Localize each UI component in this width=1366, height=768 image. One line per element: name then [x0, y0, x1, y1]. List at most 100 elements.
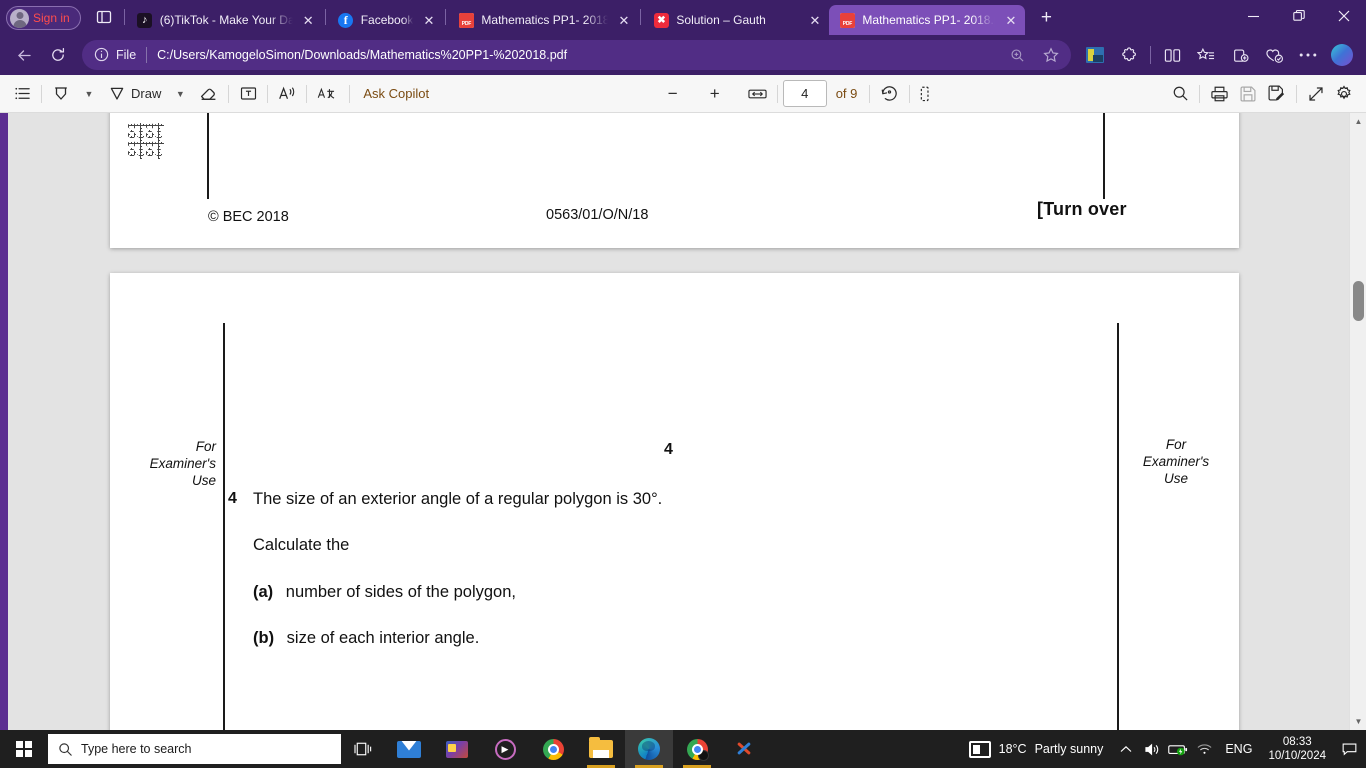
favorites-list-icon[interactable] [1190, 39, 1222, 71]
clock[interactable]: 08:33 10/10/2024 [1260, 735, 1334, 763]
task-view-button[interactable] [341, 730, 385, 768]
turn-over-text: [Turn over [1037, 199, 1127, 219]
zoom-icon[interactable] [1001, 39, 1033, 71]
favorite-star-icon[interactable] [1035, 39, 1067, 71]
sign-in-button[interactable]: Sign in [6, 6, 81, 30]
question-number: 4 [228, 490, 237, 507]
tab-facebook[interactable]: f Facebook ✕ [328, 5, 444, 35]
zoom-in-button[interactable]: + [701, 80, 729, 108]
system-tray: 18°C Partly sunny ENG 08:33 10/10/2024 [963, 730, 1366, 768]
tab-tiktok[interactable]: ♪ (6)TikTok - Make Your Day ✕ [127, 5, 323, 35]
part-label: (b) [253, 629, 275, 647]
fit-page-icon[interactable] [1302, 80, 1330, 108]
page-view-icon[interactable] [915, 80, 944, 108]
close-icon[interactable]: ✕ [615, 12, 632, 29]
taskbar-app-photos[interactable] [433, 730, 481, 768]
tab-mathematics-pp1-1[interactable]: Mathematics PP1- 2018.pdf ✕ [448, 5, 638, 35]
favorite-site-icon[interactable] [1079, 39, 1111, 71]
rotate-icon[interactable] [875, 80, 904, 108]
browser-essentials-icon[interactable] [1258, 39, 1290, 71]
split-screen-icon[interactable] [1156, 39, 1188, 71]
taskbar-search[interactable]: Type here to search [48, 734, 341, 764]
weather-description: Partly sunny [1034, 742, 1104, 756]
reload-button[interactable] [42, 39, 74, 71]
copilot-icon[interactable] [1326, 39, 1358, 71]
new-tab-button[interactable]: + [1031, 3, 1061, 33]
ask-copilot-button[interactable]: Ask Copilot [355, 80, 437, 108]
tab-mathematics-pp1-2[interactable]: Mathematics PP1- 2018.pdf ✕ [829, 5, 1026, 35]
examiner-box-right: For Examiner's Use [1128, 436, 1224, 487]
highlight-icon[interactable] [47, 80, 75, 108]
table-of-contents-icon[interactable] [8, 80, 36, 108]
fit-width-icon[interactable] [743, 80, 772, 108]
weather-temperature: 18°C [998, 742, 1027, 756]
settings-icon[interactable] [1330, 80, 1358, 108]
start-button[interactable] [0, 730, 48, 768]
minimize-button[interactable] [1231, 0, 1276, 32]
taskbar-app-media-player[interactable]: ▶ [481, 730, 529, 768]
page-number-input[interactable]: 4 [782, 80, 827, 107]
search-icon[interactable] [1166, 80, 1194, 108]
print-icon[interactable] [1205, 80, 1234, 108]
battery-icon[interactable] [1165, 730, 1191, 768]
url-bar[interactable]: File C:/Users/KamogeloSimon/Downloads/Ma… [82, 40, 1071, 70]
volume-icon[interactable] [1139, 730, 1165, 768]
tab-title: Facebook [360, 13, 414, 27]
pdf-page-3: © BEC 2018 0563/01/O/N/18 [Turn over [110, 113, 1239, 248]
toolbar-divider [349, 84, 351, 103]
examiner-label-line2: Examiner's [1142, 454, 1210, 469]
close-icon[interactable]: ✕ [806, 12, 823, 29]
taskbar-app-chrome-profile[interactable] [673, 730, 721, 768]
toolbar-divider [41, 84, 42, 103]
save-as-icon[interactable] [1262, 80, 1291, 108]
weather-widget[interactable]: 18°C Partly sunny [963, 740, 1114, 758]
vertical-scrollbar[interactable]: ▲ ▼ [1349, 113, 1366, 730]
pdf-file-icon [839, 12, 855, 28]
wifi-icon[interactable] [1191, 730, 1217, 768]
toolbar-divider [306, 84, 308, 103]
taskbar-app-snipping-tool[interactable] [721, 730, 769, 768]
tab-title: (6)TikTok - Make Your Day [159, 13, 293, 27]
read-aloud-icon[interactable] [273, 80, 301, 108]
tab-divider [324, 9, 326, 25]
show-hidden-icons-button[interactable] [1113, 730, 1139, 768]
zoom-out-button[interactable]: − [659, 80, 687, 108]
pdf-scroll-area[interactable]: © BEC 2018 0563/01/O/N/18 [Turn over For… [0, 113, 1366, 730]
taskbar-app-file-explorer[interactable] [577, 730, 625, 768]
clock-date: 10/10/2024 [1268, 750, 1326, 762]
back-button[interactable] [8, 39, 40, 71]
tiktok-icon: ♪ [137, 12, 153, 28]
draw-dropdown-icon[interactable]: ▼ [166, 80, 194, 108]
question-instruction: Calculate the [253, 536, 350, 554]
highlight-dropdown-icon[interactable]: ▼ [75, 80, 103, 108]
taskbar: Type here to search ▶ 18°C Partly sunny [0, 730, 1366, 768]
close-icon[interactable]: ✕ [300, 12, 317, 29]
taskbar-app-mail[interactable] [385, 730, 433, 768]
close-button[interactable] [1321, 0, 1366, 32]
pdf-toolbar: ▼ Draw ▼ Ask Copilot − + 4 of 9 [0, 75, 1366, 113]
close-icon[interactable]: ✕ [420, 12, 437, 29]
scroll-up-icon[interactable]: ▲ [1350, 113, 1366, 130]
tab-actions-icon[interactable] [89, 2, 119, 32]
save-icon[interactable] [1234, 80, 1262, 108]
close-icon[interactable]: ✕ [1002, 12, 1019, 29]
settings-more-icon[interactable] [1292, 39, 1324, 71]
text-box-icon[interactable] [234, 80, 262, 108]
scrollbar-thumb[interactable] [1353, 281, 1364, 321]
taskbar-app-edge[interactable] [625, 730, 673, 768]
toolbar-divider [267, 84, 269, 103]
extensions-icon[interactable] [1113, 39, 1145, 71]
toolbar-divider [776, 84, 778, 103]
notification-center-button[interactable] [1334, 730, 1364, 768]
maximize-button[interactable] [1276, 0, 1321, 32]
scroll-down-icon[interactable]: ▼ [1350, 713, 1366, 730]
collections-icon[interactable] [1224, 39, 1256, 71]
language-indicator[interactable]: ENG [1217, 742, 1260, 756]
erase-icon[interactable] [194, 80, 223, 108]
taskbar-app-chrome[interactable] [529, 730, 577, 768]
tab-solution-gauth[interactable]: ✖ Solution – Gauth ✕ [643, 5, 829, 35]
tab-title: Solution – Gauth [676, 13, 766, 27]
info-icon[interactable] [94, 47, 110, 63]
draw-button[interactable]: Draw [103, 80, 166, 108]
translate-icon[interactable] [312, 80, 344, 108]
